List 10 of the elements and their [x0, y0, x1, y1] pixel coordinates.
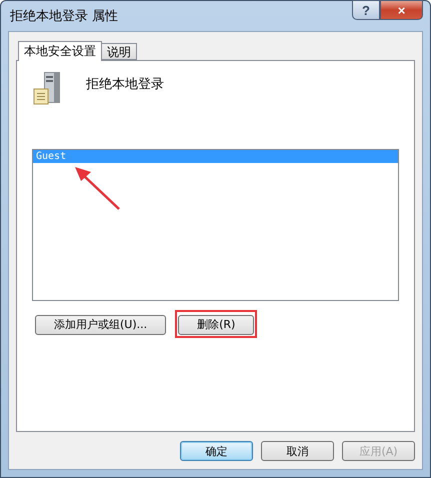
tab[interactable]: 说明: [101, 43, 137, 60]
window-title: 拒绝本地登录 属性: [9, 8, 118, 25]
help-button[interactable]: ?: [352, 0, 380, 20]
list-button[interactable]: 删除(R): [178, 314, 254, 334]
dialog-button[interactable]: 确定: [180, 441, 253, 461]
dialog-button[interactable]: 取消: [261, 441, 334, 461]
policy-name: 拒绝本地登录: [86, 76, 164, 93]
list-button[interactable]: 添加用户或组(U)...: [35, 314, 166, 334]
tab[interactable]: 本地安全设置: [18, 41, 102, 61]
close-button[interactable]: ×: [380, 0, 423, 20]
